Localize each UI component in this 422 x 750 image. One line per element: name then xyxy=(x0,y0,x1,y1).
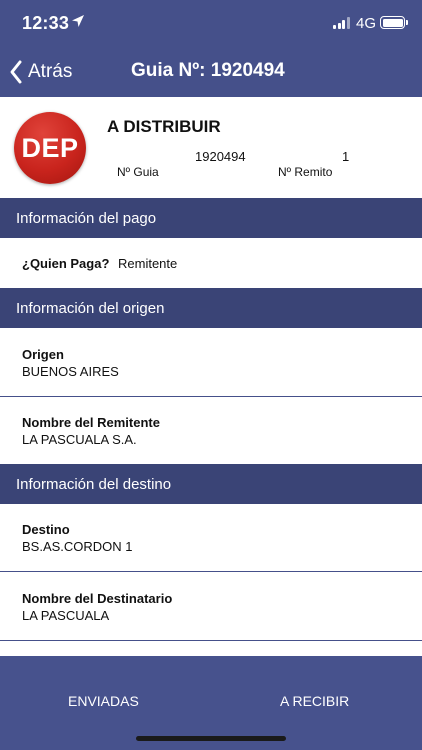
remito-number-label: Nº Remito xyxy=(278,165,333,179)
back-button[interactable]: Atrás xyxy=(8,57,72,87)
location-arrow-icon xyxy=(72,15,84,27)
battery-icon xyxy=(380,16,408,29)
recipient-name-value: LA PASCUALA xyxy=(22,608,110,623)
divider xyxy=(0,640,422,641)
sender-name-label: Nombre del Remitente xyxy=(22,415,160,430)
page-title: Guia Nº: 1920494 xyxy=(131,60,285,81)
network-type: 4G xyxy=(356,15,377,32)
origin-value: BUENOS AIRES xyxy=(22,364,119,379)
destination-label: Destino xyxy=(22,522,70,537)
status-badge: DEP xyxy=(14,112,86,184)
payer-value: Remitente xyxy=(118,256,178,271)
shipment-status: A DISTRIBUIR xyxy=(107,117,221,136)
guia-number-label: Nº Guia xyxy=(117,165,159,179)
payer-label: ¿Quien Paga? xyxy=(22,256,110,271)
recipient-row: Nombre del Destinatario LA PASCUALA xyxy=(0,572,422,640)
section-header-destination: Información del destino xyxy=(0,464,422,504)
back-label: Atrás xyxy=(28,61,73,82)
tab-enviadas[interactable]: ENVIADAS xyxy=(68,693,139,709)
sender-row: Nombre del Remitente LA PASCUALA S.A. xyxy=(0,397,422,464)
status-time: 12:33 xyxy=(22,13,70,33)
guia-number-value: 1920494 xyxy=(195,149,246,164)
origin-row: Origen BUENOS AIRES xyxy=(0,328,422,397)
sender-name-value: LA PASCUALA S.A. xyxy=(22,432,137,447)
destination-value: BS.AS.CORDON 1 xyxy=(22,539,133,554)
recipient-name-label: Nombre del Destinatario xyxy=(22,591,173,606)
home-indicator xyxy=(136,736,286,741)
destination-row: Destino BS.AS.CORDON 1 xyxy=(0,504,422,572)
chevron-left-icon xyxy=(10,60,22,84)
origin-label: Origen xyxy=(22,347,64,362)
status-bar: 12:33 4G xyxy=(0,0,422,46)
section-header-payment: Información del pago xyxy=(0,198,422,238)
tab-a-recibir[interactable]: A RECIBIR xyxy=(280,693,349,709)
signal-icon xyxy=(333,17,351,29)
section-header-origin: Información del origen xyxy=(0,288,422,328)
payer-row: ¿Quien Paga? Remitente xyxy=(0,238,422,288)
top-bar: 12:33 4G Atrás Guia Nº: 1920494 xyxy=(0,0,422,97)
remito-number-value: 1 xyxy=(342,149,350,164)
